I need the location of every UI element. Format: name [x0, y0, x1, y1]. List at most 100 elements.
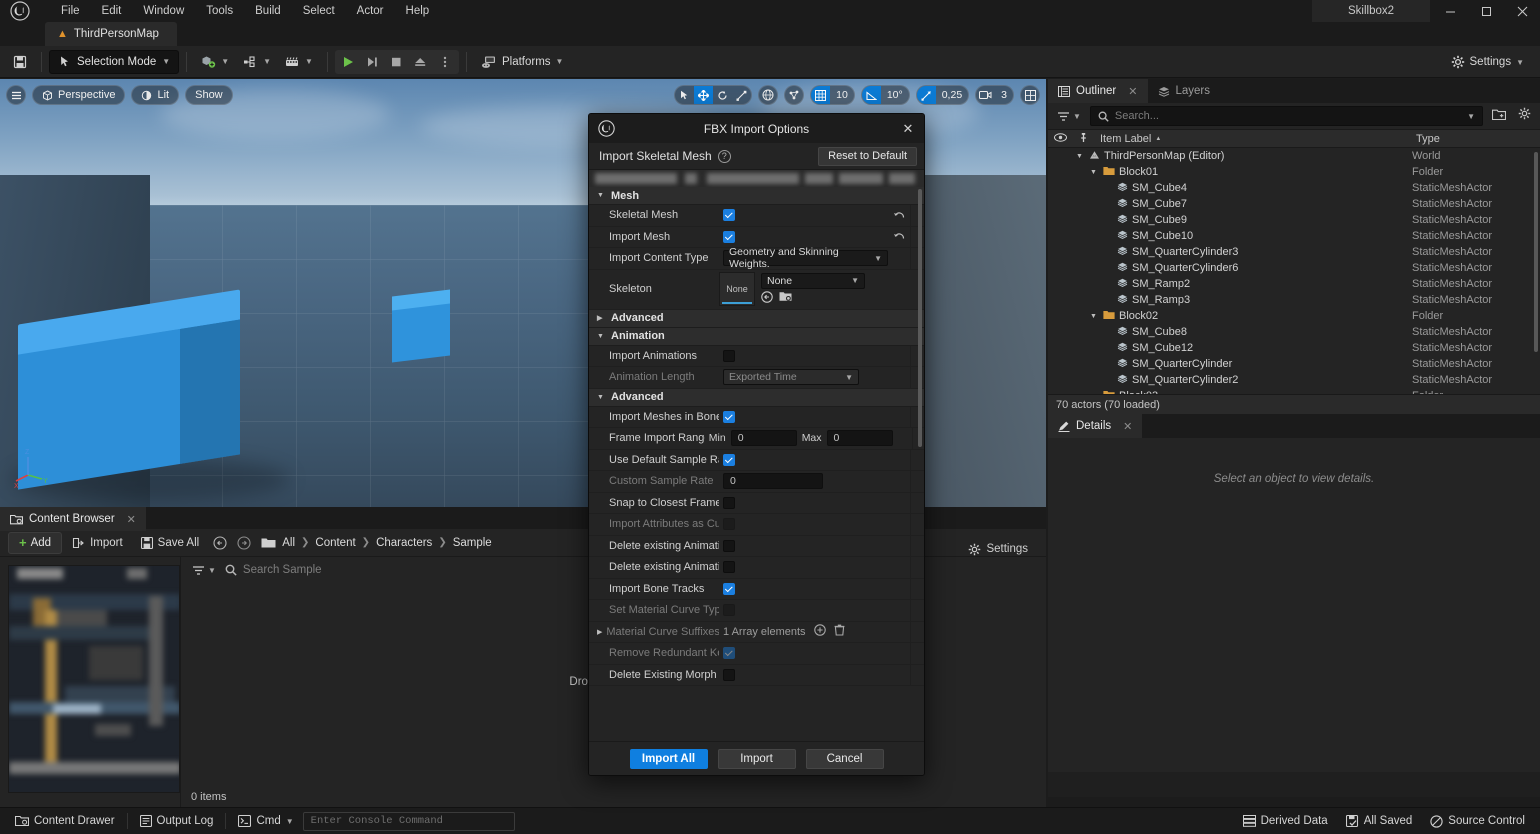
menu-item-help[interactable]: Help: [395, 1, 441, 21]
property-row[interactable]: Import Content TypeGeometry and Skinning…: [589, 248, 924, 270]
menu-item-select[interactable]: Select: [292, 1, 346, 21]
pin-column-icon[interactable]: [1072, 132, 1094, 146]
property-category-mesh-0[interactable]: ▼Mesh: [589, 187, 924, 205]
step-button[interactable]: [361, 50, 385, 74]
property-row[interactable]: Import Animations: [589, 346, 924, 368]
chevron-down-icon[interactable]: ▼: [1467, 112, 1475, 121]
property-dropdown[interactable]: Exported Time▼: [723, 369, 859, 385]
outliner-row[interactable]: ▼SM_Cube7StaticMeshActor: [1048, 196, 1540, 212]
property-control[interactable]: [719, 669, 888, 681]
asset-search-input[interactable]: Search Sample: [243, 564, 322, 576]
tab-thirdpersonmap[interactable]: ▲ ThirdPersonMap: [45, 22, 177, 46]
select-tool-button[interactable]: [675, 86, 694, 104]
camera-icon[interactable]: [976, 86, 995, 104]
import-properties-list[interactable]: ▼MeshSkeletal MeshImport MeshImport Cont…: [589, 187, 924, 741]
outliner-search-input[interactable]: Search... ▼: [1090, 106, 1483, 126]
outliner-row[interactable]: ▼SM_Cube9StaticMeshActor: [1048, 212, 1540, 228]
property-control[interactable]: [719, 540, 888, 552]
expand-arrow-icon[interactable]: ▼: [1090, 313, 1099, 320]
skeleton-combo[interactable]: None▼: [761, 273, 865, 289]
add-actor-button[interactable]: ▼: [194, 50, 236, 74]
stop-button[interactable]: [385, 50, 409, 74]
outliner-row[interactable]: ▼SM_Ramp3StaticMeshActor: [1048, 292, 1540, 308]
checkbox[interactable]: [723, 669, 735, 681]
console-command-input[interactable]: Enter Console Command: [303, 812, 515, 831]
navigate-forward-button[interactable]: [233, 532, 255, 554]
property-control[interactable]: Exported Time▼: [719, 369, 888, 385]
close-button[interactable]: [1504, 0, 1540, 22]
property-control[interactable]: [719, 231, 888, 243]
checkbox[interactable]: [723, 231, 735, 243]
outliner-row[interactable]: ▼SM_QuarterCylinder3StaticMeshActor: [1048, 244, 1540, 260]
property-control[interactable]: [719, 518, 888, 530]
scale-snap-group[interactable]: 0,25: [916, 85, 969, 105]
property-row[interactable]: Remove Redundant Keys: [589, 643, 924, 665]
angle-snap-group[interactable]: 10°: [861, 85, 910, 105]
content-browser-folder-tree[interactable]: [8, 565, 180, 793]
properties-scrollbar[interactable]: [918, 189, 922, 447]
navigate-back-button[interactable]: [209, 532, 231, 554]
save-all-button[interactable]: Save All: [133, 532, 208, 554]
expand-arrow-icon[interactable]: ▶: [597, 628, 602, 636]
property-control[interactable]: [719, 583, 888, 595]
surface-snap-button[interactable]: [784, 85, 804, 105]
property-dropdown[interactable]: Geometry and Skinning Weights.▼: [723, 250, 888, 266]
viewport-perspective-dropdown[interactable]: Perspective: [32, 85, 125, 105]
camera-speed-value[interactable]: 3: [995, 86, 1013, 104]
browse-folder-icon[interactable]: [779, 291, 792, 305]
checkbox[interactable]: [723, 647, 735, 659]
outliner-row[interactable]: ▼Block01Folder: [1048, 164, 1540, 180]
minimize-button[interactable]: [1432, 0, 1468, 22]
checkbox[interactable]: [723, 411, 735, 423]
delete-elements-icon[interactable]: [834, 624, 845, 639]
property-row[interactable]: Use Default Sample Rate: [589, 450, 924, 472]
scale-snap-icon[interactable]: [917, 86, 936, 104]
import-button[interactable]: Import: [64, 532, 131, 554]
close-icon[interactable]: ✕: [127, 513, 136, 526]
all-saved-button[interactable]: All Saved: [1337, 811, 1422, 831]
property-row[interactable]: Skeletal Mesh: [589, 205, 924, 227]
tab-content-browser[interactable]: Content Browser ✕: [0, 507, 146, 531]
max-input[interactable]: 0: [827, 430, 893, 446]
outliner-filter-button[interactable]: ▼: [1054, 111, 1084, 122]
property-reset-button[interactable]: [888, 210, 910, 221]
outliner-row[interactable]: ▼ThirdPersonMap (Editor)World: [1048, 148, 1540, 164]
property-control[interactable]: Geometry and Skinning Weights.▼: [719, 250, 888, 266]
property-control[interactable]: [719, 647, 888, 659]
cancel-button[interactable]: Cancel: [806, 749, 884, 769]
category-arrow-icon[interactable]: ▼: [597, 394, 606, 401]
grid-snap-icon[interactable]: [811, 86, 830, 104]
outliner-row[interactable]: ▼Block03Folder: [1048, 388, 1540, 394]
property-control[interactable]: [719, 454, 888, 466]
viewport-layout-button[interactable]: [1020, 85, 1040, 105]
tab-details[interactable]: Details ✕: [1048, 414, 1142, 438]
import-button[interactable]: Import: [718, 749, 796, 769]
close-icon[interactable]: ✕: [1128, 85, 1137, 98]
platforms-button[interactable]: Platforms ▼: [474, 50, 571, 74]
min-input[interactable]: 0: [731, 430, 797, 446]
checkbox[interactable]: [723, 454, 735, 466]
viewport-show-dropdown[interactable]: Show: [185, 85, 233, 105]
world-coordinate-button[interactable]: [758, 85, 778, 105]
checkbox[interactable]: [723, 583, 735, 595]
selection-mode-dropdown[interactable]: Selection Mode ▼: [49, 50, 179, 74]
breadcrumb-characters[interactable]: Characters: [376, 537, 432, 549]
property-row[interactable]: Snap to Closest Frame B...: [589, 493, 924, 515]
toolbar-settings-button[interactable]: Settings ▼: [1443, 50, 1532, 74]
property-row[interactable]: Delete existing Animatio...: [589, 557, 924, 579]
menu-item-window[interactable]: Window: [132, 1, 195, 21]
checkbox[interactable]: [723, 209, 735, 221]
category-arrow-icon[interactable]: ▼: [597, 192, 606, 199]
help-icon[interactable]: ?: [718, 150, 731, 163]
save-button[interactable]: [6, 50, 34, 74]
add-element-icon[interactable]: [814, 624, 826, 639]
reset-to-default-button[interactable]: Reset to Default: [818, 147, 917, 166]
property-control[interactable]: [719, 350, 888, 362]
grid-snap-group[interactable]: 10: [810, 85, 855, 105]
translate-tool-button[interactable]: [694, 86, 713, 104]
outliner-new-folder-button[interactable]: [1489, 107, 1509, 125]
cmd-dropdown[interactable]: Cmd ▼: [229, 811, 302, 831]
outliner-settings-button[interactable]: [1515, 107, 1534, 125]
breadcrumb-content[interactable]: Content: [315, 537, 355, 549]
property-row[interactable]: Frame Import RangeMin0Max0: [589, 428, 924, 450]
